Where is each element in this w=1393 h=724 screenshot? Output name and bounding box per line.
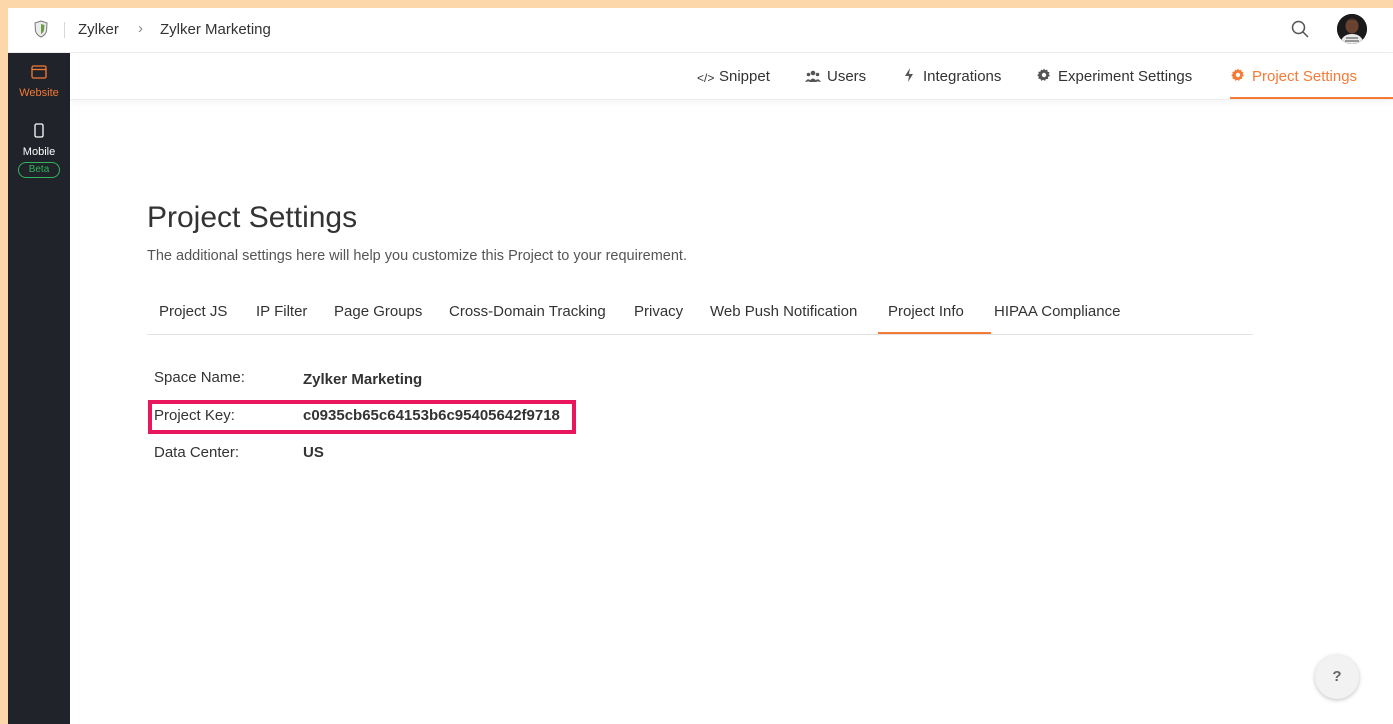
users-icon — [805, 69, 821, 86]
nav-project-settings[interactable]: Project Settings — [1230, 68, 1357, 86]
rail-item-website[interactable]: Website — [8, 65, 70, 99]
gear-icon — [1230, 68, 1246, 86]
avatar-image — [1337, 14, 1367, 44]
top-bar: Zylker › Zylker Marketing — [8, 8, 1393, 53]
project-key-highlight-box — [148, 400, 576, 434]
nav-project-settings-label: Project Settings — [1252, 68, 1358, 85]
tab-project-js[interactable]: Project JS — [159, 303, 227, 320]
tab-web-push-notification[interactable]: Web Push Notification — [710, 303, 857, 320]
app-window: Zylker › Zylker Marketing Website Mobile… — [8, 8, 1393, 724]
tab-hipaa-compliance[interactable]: HIPAA Compliance — [994, 303, 1120, 320]
chevron-right-icon: › — [138, 20, 143, 37]
nav-snippet-label: Snippet — [719, 68, 770, 85]
tab-cross-domain-tracking[interactable]: Cross-Domain Tracking — [449, 303, 606, 320]
data-center-value: US — [303, 444, 324, 461]
nav-users-label: Users — [827, 68, 867, 85]
data-center-label: Data Center: — [154, 444, 240, 461]
page-description: The additional settings here will help y… — [147, 248, 687, 264]
nav-experiment-settings[interactable]: Experiment Settings — [1036, 68, 1192, 86]
page-title: Project Settings — [147, 201, 358, 234]
tab-project-info[interactable]: Project Info — [888, 303, 964, 320]
code-icon: </> — [697, 71, 715, 85]
space-name-value: Zylker Marketing — [303, 371, 423, 388]
beta-badge: Beta — [17, 162, 61, 178]
user-avatar[interactable] — [1337, 14, 1367, 44]
nav-users[interactable]: Users — [805, 68, 866, 86]
nav-integrations[interactable]: Integrations — [901, 68, 1001, 86]
nav-experiment-settings-label: Experiment Settings — [1058, 68, 1193, 85]
tab-active-indicator — [878, 332, 991, 334]
nav-snippet[interactable]: </> Snippet — [697, 68, 770, 85]
nav-active-indicator — [1230, 97, 1393, 99]
space-name-label: Space Name: — [154, 369, 245, 386]
tab-page-groups[interactable]: Page Groups — [334, 303, 422, 320]
rail-item-mobile[interactable]: Mobile Beta — [8, 123, 70, 178]
rail-mobile-label: Mobile — [22, 146, 56, 158]
breadcrumb-project[interactable]: Zylker Marketing — [160, 21, 271, 38]
secondary-nav: </> Snippet Users Integrations Experiment… — [70, 53, 1393, 100]
tab-privacy[interactable]: Privacy — [634, 303, 683, 320]
left-rail: Website Mobile Beta — [8, 53, 70, 724]
logo-divider — [64, 22, 65, 38]
settings-tabs: Project JS IP Filter Page Groups Cross-D… — [147, 301, 1253, 335]
help-button[interactable]: ? — [1315, 655, 1359, 699]
bolt-icon — [901, 68, 917, 86]
mobile-phone-icon — [34, 123, 44, 138]
app-logo-icon[interactable] — [33, 20, 49, 38]
browser-window-icon — [31, 65, 47, 79]
rail-website-label: Website — [19, 87, 59, 99]
breadcrumb-org[interactable]: Zylker — [78, 21, 119, 38]
gear-icon — [1036, 68, 1052, 86]
tab-ip-filter[interactable]: IP Filter — [256, 303, 307, 320]
nav-integrations-label: Integrations — [923, 68, 1002, 85]
search-icon[interactable] — [1289, 18, 1311, 40]
